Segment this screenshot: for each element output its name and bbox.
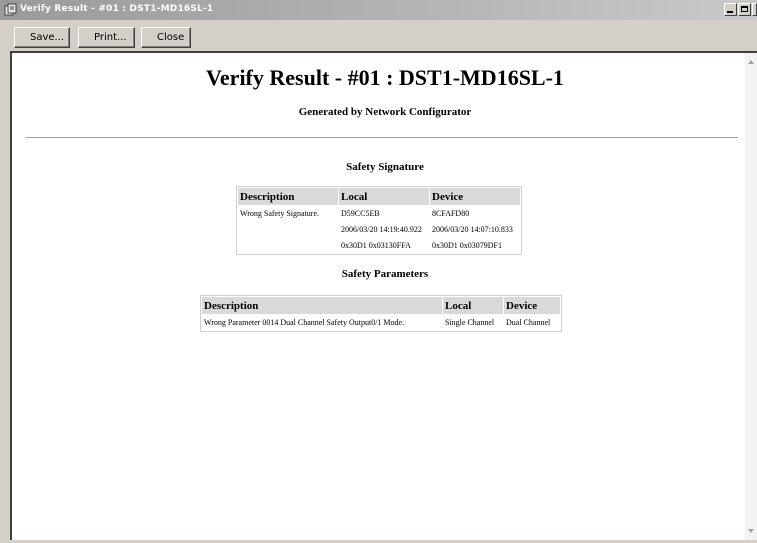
save-button[interactable]: Save... (14, 27, 70, 48)
table-cell: Single Channel (445, 318, 495, 327)
table-cell: Wrong Safety Signature. (240, 209, 319, 218)
column-header: Device (430, 188, 520, 205)
window-title: Verify Result - #01 : DST1-MD16SL-1 (20, 4, 214, 14)
maximize-button[interactable] (738, 3, 751, 16)
table-row: 0x30D1 0x03130FFA 0x30D1 0x03079DF1 (238, 238, 520, 253)
title-bar[interactable]: Verify Result - #01 : DST1-MD16SL-1 (0, 0, 757, 20)
safety-signature-heading: Safety Signature (346, 161, 424, 173)
table-cell (238, 222, 338, 237)
safety-parameters-heading: Safety Parameters (341, 268, 429, 280)
report-title: Verify Result - #01 : DST1-MD16SL-1 (206, 65, 564, 90)
column-header: Local (339, 188, 429, 205)
report-subtitle: Generated by Network Configurator (298, 106, 472, 118)
print-button[interactable]: Print... (78, 27, 135, 48)
maximize-icon (741, 6, 748, 12)
table-cell (238, 238, 338, 253)
table-row: Wrong Parameter 0014 Dual Channel Safety… (202, 315, 560, 330)
safety-signature-table: Description Local Device Wrong Safety Si… (236, 186, 522, 255)
safety-parameters-table: Description Local Device Wrong Parameter… (200, 295, 562, 332)
column-header: Local (443, 297, 503, 314)
scroll-down-icon[interactable] (748, 529, 754, 533)
close-button[interactable]: Close (141, 27, 191, 48)
divider (26, 137, 738, 138)
table-cell: 2006/03/20 14:07:10.833 (432, 225, 513, 234)
table-cell: Wrong Parameter 0014 Dual Channel Safety… (204, 318, 405, 327)
vertical-scrollbar[interactable] (745, 53, 757, 540)
table-row: Wrong Safety Signature. D59CC5EB 8CFAFD8… (238, 206, 520, 221)
app-icon (4, 3, 17, 16)
column-header: Description (238, 188, 338, 205)
table-cell: Dual Channel (506, 318, 551, 327)
table-cell: 8CFAFD80 (432, 209, 470, 218)
table-row: 2006/03/20 14:19:40.922 2006/03/20 14:07… (238, 222, 520, 237)
scroll-up-icon[interactable] (748, 60, 754, 64)
table-cell: 2006/03/20 14:19:40.922 (341, 225, 422, 234)
minimize-icon (727, 11, 733, 13)
table-cell: 0x30D1 0x03130FFA (341, 241, 411, 250)
close-window-button[interactable] (752, 3, 757, 16)
column-header: Device (504, 297, 560, 314)
column-header: Description (202, 297, 442, 314)
table-cell: D59CC5EB (341, 209, 380, 218)
minimize-button[interactable] (724, 3, 737, 16)
table-cell: 0x30D1 0x03079DF1 (432, 241, 503, 250)
